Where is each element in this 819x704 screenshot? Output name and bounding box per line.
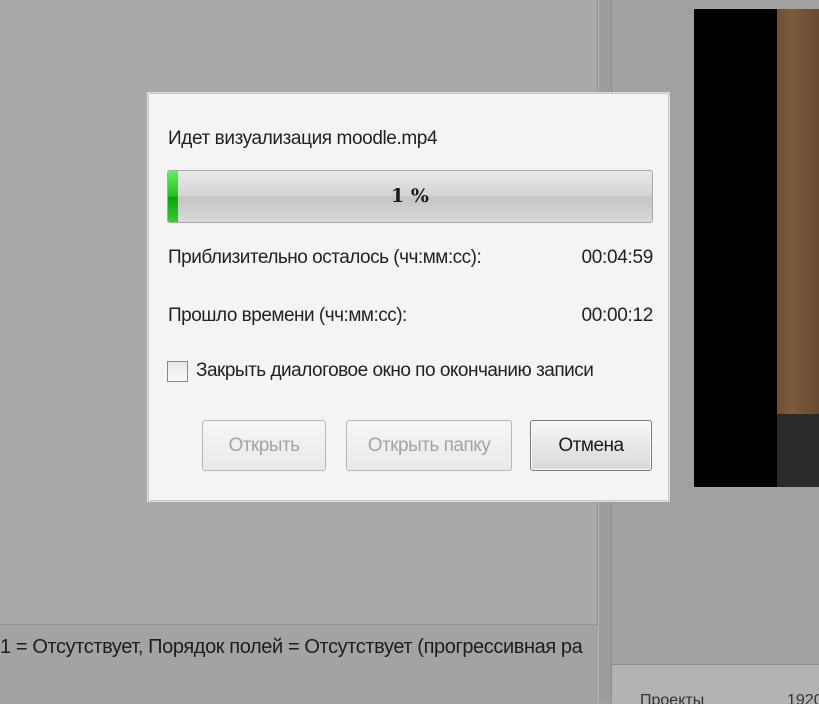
close-on-finish-checkbox[interactable] — [167, 361, 188, 382]
cancel-button[interactable]: Отмена — [530, 420, 652, 471]
open-button[interactable]: Открыть — [202, 420, 326, 471]
time-elapsed-row: Прошло времени (чч:мм:сс): 00:00:12 — [168, 305, 653, 327]
time-remaining-row: Приблизительно осталось (чч:мм:сс): 00:0… — [168, 247, 653, 269]
video-frame — [777, 9, 819, 414]
progress-percent: 1 % — [391, 185, 429, 207]
status-line: 1 = Отсутствует, Порядок полей = Отсутст… — [0, 636, 583, 658]
dialog-title: Идет визуализация moodle.mp4 — [168, 128, 438, 149]
time-elapsed-value: 00:00:12 — [581, 305, 653, 326]
video-frame-lower — [777, 414, 819, 487]
time-remaining-label: Приблизительно осталось (чч:мм:сс): — [168, 247, 482, 268]
project-value: 1920 — [787, 692, 819, 704]
open-folder-button[interactable]: Открыть папку — [346, 420, 512, 471]
close-on-finish-label[interactable]: Закрыть диалоговое окно по окончанию зап… — [196, 360, 594, 382]
render-progress-bar: 1 % — [167, 170, 653, 223]
project-info-bar: Проекты 1920 — [612, 664, 819, 704]
render-progress-dialog: Идет визуализация moodle.mp4 1 % Приблиз… — [148, 93, 669, 501]
time-elapsed-label: Прошло времени (чч:мм:сс): — [168, 305, 407, 326]
project-label: Проекты — [640, 692, 705, 704]
video-preview — [694, 9, 819, 487]
time-remaining-value: 00:04:59 — [581, 247, 653, 268]
